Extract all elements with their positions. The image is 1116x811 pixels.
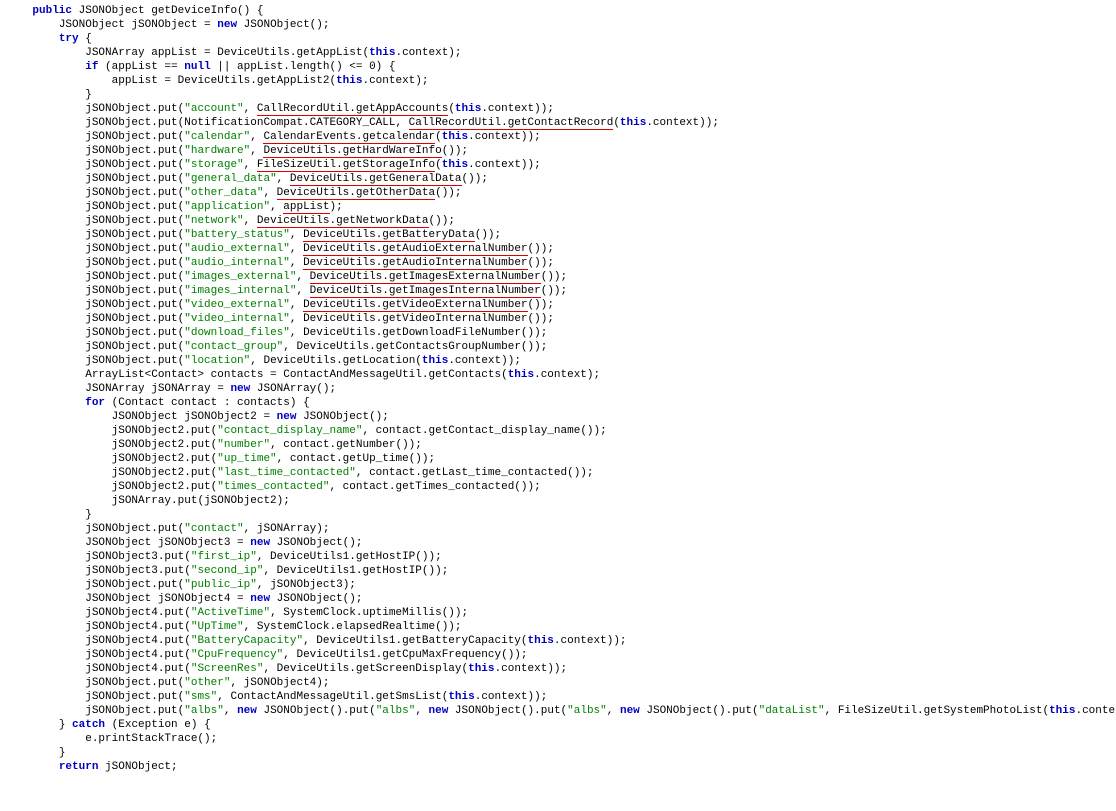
code-block: public JSONObject getDeviceInfo() { JSON… bbox=[0, 0, 1116, 778]
